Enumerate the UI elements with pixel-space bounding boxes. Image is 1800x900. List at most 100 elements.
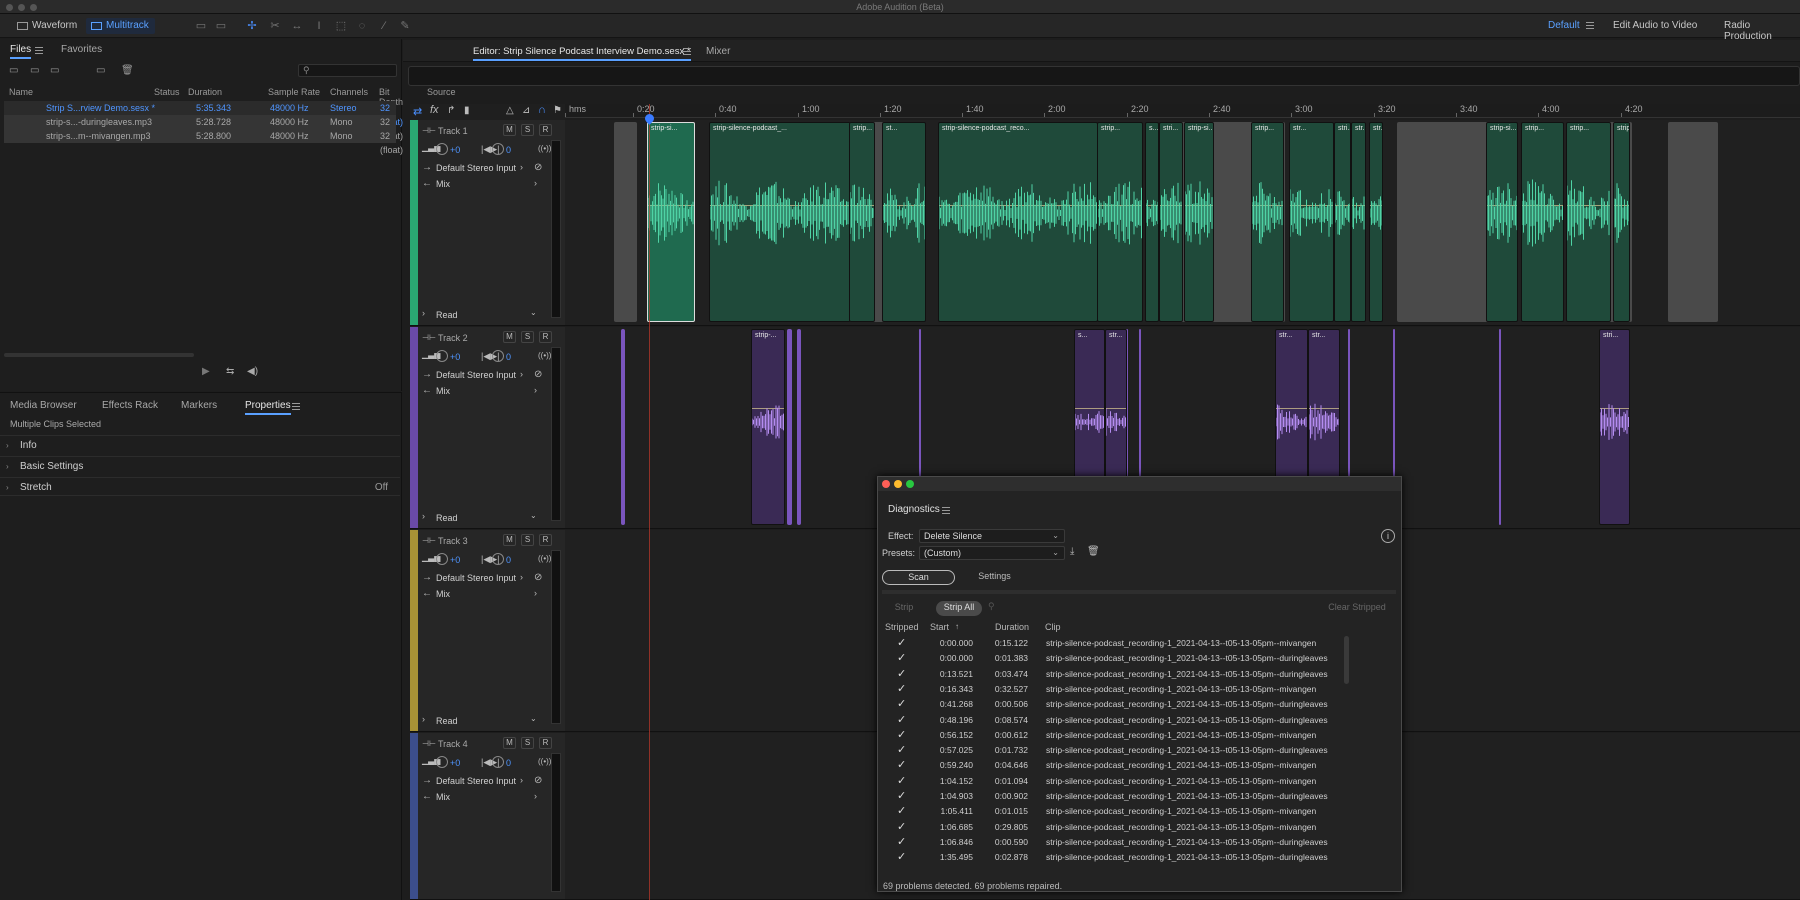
zoom-icon[interactable] [906,480,914,488]
clear-stripped-button[interactable]: Clear Stripped [1322,601,1392,616]
checkmark-icon[interactable]: ✓ [897,820,906,835]
new-file-icon[interactable]: ▭ [50,65,64,77]
checkmark-icon[interactable]: ✓ [897,713,906,728]
checkmark-icon[interactable]: ✓ [897,682,906,697]
checkmark-icon[interactable]: ✓ [897,850,906,865]
input-select[interactable]: Default Stereo Input [436,776,516,786]
volume-value[interactable]: +0 [450,352,460,362]
collapse-icon[interactable]: ⊣⊢ [422,126,436,135]
col-start[interactable]: Start [930,622,949,632]
solo-button[interactable]: S [521,534,534,546]
diagnostic-row[interactable]: ✓ 1:04.903 0:00.902 strip-silence-podcast_r… [880,789,1390,804]
volume-value[interactable]: +0 [450,758,460,768]
diagnostic-row[interactable]: ✓ 0:16.343 0:32.527 strip-silence-podcast_r… [880,682,1390,697]
solo-button[interactable]: S [521,124,534,136]
audio-clip[interactable]: strip... [1251,122,1284,322]
diagnostic-row[interactable]: ✓ 1:04.152 0:01.094 strip-silence-podcast_r… [880,774,1390,789]
minimize-icon[interactable] [894,480,902,488]
collapse-icon[interactable]: ⊣⊢ [422,333,436,342]
col-source[interactable]: Source [427,87,456,97]
volume-value[interactable]: +0 [450,555,460,565]
output-select[interactable]: Mix [436,792,450,802]
section-stretch[interactable]: › Stretch Off [0,477,400,496]
eq-icon[interactable]: ▮ [464,105,470,116]
mute-button[interactable]: M [503,331,516,343]
track-name[interactable]: Track 3 [438,536,468,546]
pan-value[interactable]: 0 [506,352,511,362]
info-icon[interactable]: i [1381,529,1395,543]
checkmark-icon[interactable]: ✓ [897,697,906,712]
snap-icon[interactable]: ⊿ [522,105,530,116]
record-button[interactable]: R [539,124,552,136]
settings-tab[interactable]: Settings [958,570,1031,585]
phase-icon[interactable]: ⊘ [534,572,542,583]
tab-files[interactable]: Files [10,44,32,59]
pan-knob[interactable] [492,756,504,768]
pan-knob[interactable] [492,553,504,565]
audio-clip[interactable] [621,329,625,525]
marquee-selection-icon[interactable]: ⬚ [333,18,349,34]
track-name[interactable]: Track 2 [438,333,468,343]
pan-knob[interactable] [492,350,504,362]
col-clip[interactable]: Clip [1045,622,1061,632]
audio-clip[interactable]: strip... [1566,122,1611,322]
diagnostic-row[interactable]: ✓ 1:06.846 0:00.590 strip-silence-podcast_r… [880,835,1390,850]
pan-value[interactable]: 0 [506,555,511,565]
diagnostic-row[interactable]: ✓ 0:56.152 0:00.612 strip-silence-podcast_r… [880,728,1390,743]
audio-clip[interactable]: stri... [1334,122,1351,322]
col-name[interactable]: Name [9,87,33,97]
audio-clip[interactable]: strip-silence-podcast_... [709,122,851,322]
record-button[interactable]: R [539,331,552,343]
audio-clip[interactable] [797,329,801,525]
tab-properties[interactable]: Properties [245,400,291,415]
save-preset-icon[interactable]: ⤓ [1070,546,1074,557]
input-select[interactable]: Default Stereo Input [436,370,516,380]
sync-icon[interactable]: ⇄ [413,105,422,118]
delete-preset-icon[interactable]: 🗑 [1087,546,1100,557]
audio-clip[interactable]: strip-si... [647,122,695,322]
volume-knob[interactable] [436,350,448,362]
monitor-icon[interactable]: ((•)) [538,351,551,360]
search-icon[interactable]: ⚲ [988,601,995,612]
effect-select[interactable]: Delete Silence ⌄ [919,529,1065,543]
slip-tool-icon[interactable]: ↔ [289,18,305,34]
col-duration[interactable]: Duration [188,87,222,97]
workspace-edit-audio-to-video[interactable]: Edit Audio to Video [1613,20,1697,31]
files-horizontal-scrollbar[interactable] [4,353,194,357]
diagnostic-row[interactable]: ✓ 1:05.411 0:01.015 strip-silence-podcast_r… [880,804,1390,819]
monitor-icon[interactable]: ((•)) [538,757,551,766]
spectral-frequency-icon[interactable]: ▭ [193,18,209,34]
marker-icon[interactable]: ⚑ [553,105,562,116]
phase-icon[interactable]: ⊘ [534,162,542,173]
checkmark-icon[interactable]: ✓ [897,774,906,789]
diagnostic-row[interactable]: ✓ 0:13.521 0:03.474 strip-silence-podcast_r… [880,667,1390,682]
delete-file-icon[interactable]: 🗑 [121,65,135,77]
tab-markers[interactable]: Markers [181,400,217,411]
audio-clip[interactable]: st... [882,122,926,322]
timeline-ruler[interactable]: hms 0:20 0:40 1:00 1:20 1:40 2:00 2:20 2:40 3:00 3… [565,104,1800,118]
time-selection-icon[interactable]: I [311,18,327,34]
audio-clip[interactable]: strip... [1097,122,1143,322]
diagnostic-row[interactable]: ✓ 1:35.495 0:02.878 strip-silence-podcast_r… [880,850,1390,865]
waveform-mode-button[interactable]: Waveform [12,18,83,34]
lasso-selection-icon[interactable]: ◌ [354,18,370,34]
volume-knob[interactable] [436,553,448,565]
diagnostic-row[interactable]: ✓ 0:57.025 0:01.732 strip-silence-podcast_r… [880,743,1390,758]
session-overview[interactable] [408,66,1800,86]
track-1-lane[interactable]: strip-si... strip-silence-podcast_... stri… [565,120,1800,326]
phase-icon[interactable]: ⊘ [534,369,542,380]
audio-clip[interactable]: strip-... [751,329,785,525]
col-status[interactable]: Status [154,87,180,97]
spectral-pitch-icon[interactable]: ▭ [213,18,229,34]
autoplay-icon[interactable]: ◀) [247,366,258,377]
track-name[interactable]: Track 1 [438,126,468,136]
scan-tab[interactable]: Scan [882,570,955,585]
diagnostic-row[interactable]: ✓ 0:00.000 0:15.122 strip-silence-podcast_r… [880,636,1390,651]
insert-into-multitrack-icon[interactable]: ▭ [96,65,110,77]
monitor-icon[interactable]: ((•)) [538,144,551,153]
file-row[interactable]: strip-s...-duringleaves.mp3 5:28.728 480… [4,115,403,141]
files-search-input[interactable]: ⚲ [298,64,397,77]
close-icon[interactable] [882,480,890,488]
razor-tool-icon[interactable]: ✂ [267,18,283,34]
volume-knob[interactable] [436,143,448,155]
